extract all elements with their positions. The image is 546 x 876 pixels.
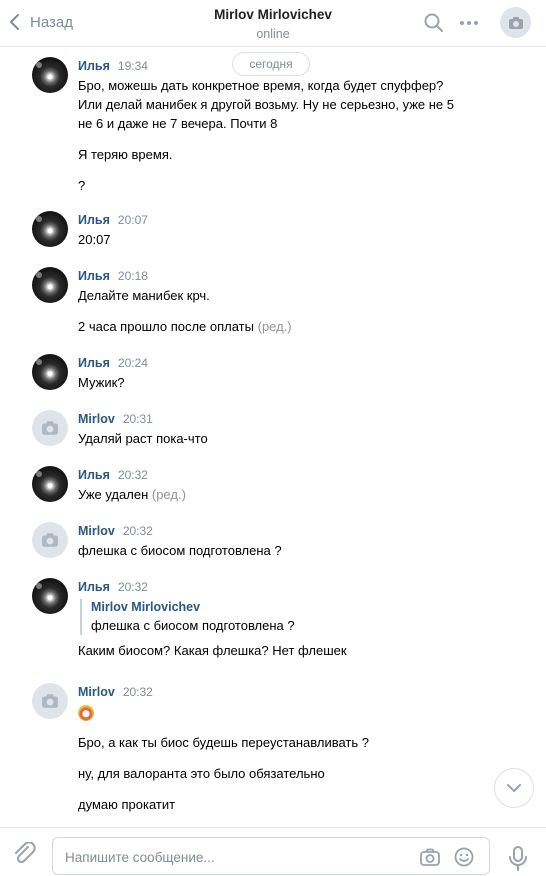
scroll-down-button[interactable] — [494, 768, 534, 808]
message-body: Мужик? — [78, 373, 478, 392]
chat-header: Назад Mirlov Mirlovichev online — [0, 0, 546, 47]
avatar[interactable] — [32, 578, 68, 614]
message-body: Бро, а как ты биос будешь переустанавлив… — [78, 702, 478, 814]
chat-title[interactable]: Mirlov Mirlovichev — [214, 6, 332, 23]
message-body: Бро, можешь дать конкретное время, когда… — [78, 76, 478, 195]
message-text: Делайте манибек крч. — [78, 288, 210, 303]
back-label: Назад — [30, 13, 73, 31]
message-input[interactable] — [65, 847, 405, 867]
camera-icon — [42, 533, 58, 547]
camera-icon[interactable] — [419, 847, 441, 867]
message-time[interactable]: 20:32 — [123, 685, 153, 699]
message-text: не 6 и даже не 7 вечера. Почти 8 — [78, 116, 278, 131]
camera-icon — [42, 694, 58, 708]
avatar[interactable] — [32, 683, 68, 719]
message-time[interactable]: 20:18 — [118, 269, 148, 283]
avatar[interactable] — [32, 211, 68, 247]
avatar[interactable] — [32, 354, 68, 390]
message-body: 20:07 — [78, 230, 478, 249]
avatar[interactable] — [32, 267, 68, 303]
message-text: Уже удален — [78, 487, 149, 502]
message-history[interactable]: сегодня Илья 19:34 Бро, можешь дать конкр… — [0, 47, 546, 827]
message-text: флешка с биосом подготовлена ? — [78, 543, 282, 558]
message-author[interactable]: Илья — [78, 59, 110, 73]
chevron-down-icon — [507, 784, 521, 792]
message-author[interactable]: Mirlov — [78, 524, 115, 538]
message-text: 2 часа прошло после оплаты — [78, 319, 254, 334]
message-time[interactable]: 20:32 — [118, 468, 148, 482]
message-input-box[interactable] — [52, 837, 490, 875]
message-text: думаю прокатит — [78, 797, 176, 812]
message-body: Удаляй раст пока-что — [78, 429, 478, 448]
message-author[interactable]: Mirlov — [78, 685, 115, 699]
message-author[interactable]: Илья — [78, 269, 110, 283]
date-separator: сегодня — [232, 52, 310, 76]
avatar[interactable] — [32, 522, 68, 558]
camera-icon — [42, 421, 58, 435]
edited-mark: (ред.) — [151, 487, 186, 502]
message-text: Бро, а как ты биос будешь переустанавлив… — [78, 735, 369, 750]
message-time[interactable]: 20:24 — [118, 356, 148, 370]
quote-text: флешка с биосом подготовлена ? — [91, 618, 295, 633]
message-author[interactable]: Илья — [78, 468, 110, 482]
message-text: Или делай манибек я другой возьму. Ну не… — [78, 97, 455, 112]
forwarded-quote[interactable]: Mirlov Mirlovichev флешка с биосом подго… — [80, 599, 480, 635]
message-author[interactable]: Mirlov — [78, 412, 115, 426]
message-author[interactable]: Илья — [78, 213, 110, 227]
message-text: 20:07 — [78, 232, 111, 247]
message-body: Уже удален (ред.) — [78, 485, 478, 504]
message-text: Мужик? — [78, 375, 125, 390]
message-time[interactable]: 20:31 — [123, 412, 153, 426]
quote-author[interactable]: Mirlov Mirlovichev — [91, 599, 480, 616]
camera-icon — [508, 16, 523, 29]
avatar[interactable] — [32, 57, 68, 93]
message-time[interactable]: 19:34 — [118, 59, 148, 73]
chevron-left-icon — [10, 14, 19, 30]
message-body: Mirlov Mirlovichev флешка с биосом подго… — [78, 597, 480, 660]
message-text: Каким биосом? Какая флешка? Нет флешек — [78, 643, 347, 658]
message-time[interactable]: 20:07 — [118, 213, 148, 227]
message-text: Бро, можешь дать конкретное время, когда… — [78, 78, 444, 93]
search-icon[interactable] — [423, 12, 445, 34]
avatar[interactable] — [32, 410, 68, 446]
smile-icon[interactable] — [453, 847, 475, 867]
more-icon[interactable] — [458, 12, 480, 34]
edited-mark: (ред.) — [257, 319, 292, 334]
avatar[interactable] — [32, 466, 68, 502]
microphone-icon[interactable] — [508, 846, 528, 872]
paperclip-icon[interactable] — [12, 842, 38, 866]
message-author[interactable]: Илья — [78, 356, 110, 370]
clown-emoji-icon — [78, 704, 94, 721]
message-composer — [0, 827, 546, 876]
message-author[interactable]: Илья — [78, 580, 110, 594]
message-body: флешка с биосом подготовлена ? — [78, 541, 478, 560]
message-text: ? — [78, 178, 86, 193]
contact-avatar[interactable] — [500, 7, 531, 38]
message-time[interactable]: 20:32 — [118, 580, 148, 594]
message-text: Удаляй раст пока-что — [78, 431, 208, 446]
back-button[interactable]: Назад — [8, 10, 73, 34]
message-time[interactable]: 20:32 — [123, 524, 153, 538]
message-text: ну, для валоранта это было обязательно — [78, 766, 325, 781]
message-body: Делайте манибек крч. 2 часа прошло после… — [78, 286, 478, 336]
message-text: Я теряю время. — [78, 147, 173, 162]
